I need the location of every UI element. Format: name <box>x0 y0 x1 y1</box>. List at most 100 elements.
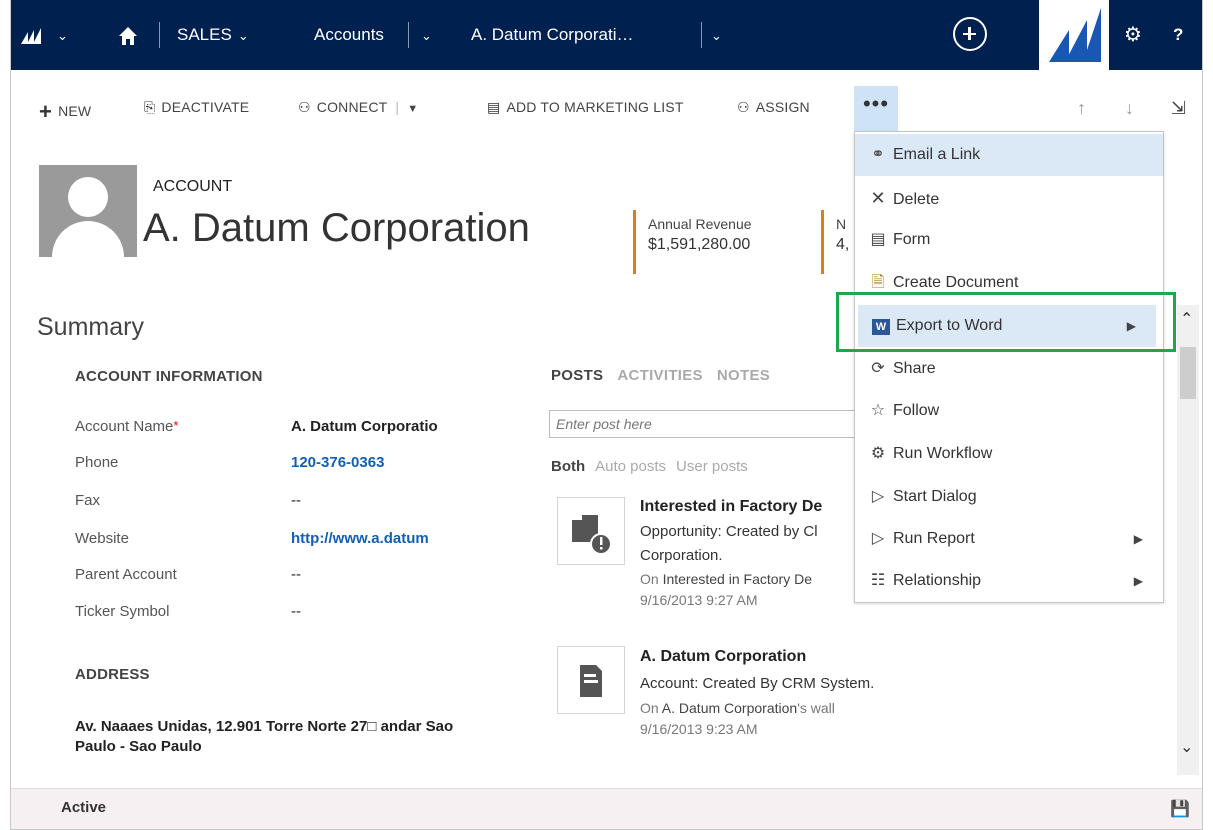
filter-both[interactable]: Both <box>551 458 585 475</box>
entity-type-label: ACCOUNT <box>153 178 233 195</box>
crm-window: ⌄ SALES ⌄ Accounts ⌄ A. Datum Corporati… … <box>10 0 1203 830</box>
deactivate-label: DEACTIVATE <box>161 99 250 115</box>
annual-revenue-field[interactable]: Annual Revenue $1,591,280.00 <box>633 210 752 274</box>
account-avatar[interactable] <box>39 165 137 257</box>
chevron-down-icon[interactable]: ⌄ <box>1180 737 1193 757</box>
menu-item-relationship[interactable]: ☷ Relationship ▶ <box>855 560 1163 602</box>
record-title: A. Datum Corporation <box>143 206 530 250</box>
parent-account-value[interactable]: -- <box>291 566 301 583</box>
connect-button[interactable]: ⚇ CONNECT | ▼ <box>298 99 418 116</box>
post-title[interactable]: Interested in Factory De <box>640 498 822 516</box>
post-meta: On A. Datum Corporation's wall <box>640 700 835 716</box>
new-label: NEW <box>58 103 92 119</box>
social-pane-tabs: POSTS ACTIVITIES NOTES <box>551 367 784 384</box>
post-meta-prefix: On <box>640 571 663 587</box>
assign-button[interactable]: ⚇ ASSIGN <box>737 99 810 116</box>
website-label: Website <box>75 530 129 547</box>
deactivate-button[interactable]: ⎘ DEACTIVATE <box>144 99 249 116</box>
help-button[interactable]: ? <box>1173 0 1183 70</box>
post-text: Corporation. <box>640 547 723 564</box>
filter-auto-posts[interactable]: Auto posts <box>595 458 666 475</box>
post-text: Opportunity: Created by Cl <box>640 523 818 540</box>
accounts-dropdown[interactable]: ⌄ <box>415 0 432 70</box>
tab-activities[interactable]: ACTIVITIES <box>617 367 703 384</box>
more-commands-label: ••• <box>862 91 890 116</box>
previous-record-arrow-icon[interactable]: ↑ <box>1077 98 1086 119</box>
chevron-down-icon[interactable]: ▼ <box>407 103 418 115</box>
more-commands-button[interactable]: ••• <box>854 86 898 133</box>
tab-posts[interactable]: POSTS <box>551 367 603 384</box>
header-field-2-value: 4, <box>836 236 850 253</box>
phone-label: Phone <box>75 454 119 471</box>
post-meta-link[interactable]: A. Datum Corporation <box>662 700 797 716</box>
ticker-symbol-value[interactable]: -- <box>291 603 301 620</box>
address-value[interactable]: Av. Naaaes Unidas, 12.901 Torre Norte 27… <box>75 717 455 757</box>
form-scrollbar[interactable]: ⌃ ⌄ <box>1177 305 1199 775</box>
menu-item-label: Follow <box>893 402 940 419</box>
assign-icon: ⚇ <box>737 99 750 115</box>
annual-revenue-value: $1,591,280.00 <box>648 236 751 253</box>
save-icon[interactable]: 💾 <box>1170 799 1190 819</box>
menu-item-run-workflow[interactable]: ⚙ Run Workflow <box>855 433 1163 475</box>
home-button[interactable] <box>118 0 138 70</box>
create-new-icon[interactable] <box>953 17 987 51</box>
account-name-value[interactable]: A. Datum Corporatio <box>291 418 438 435</box>
dynamics-logo-icon <box>21 27 41 44</box>
settings-button[interactable]: ⚙ <box>1124 0 1142 70</box>
connect-label: CONNECT <box>316 99 388 115</box>
chevron-up-icon[interactable]: ⌃ <box>1180 309 1193 329</box>
tab-notes[interactable]: NOTES <box>717 367 770 384</box>
nav-divider <box>159 22 160 48</box>
add-to-marketing-list-button[interactable]: ▤ ADD TO MARKETING LIST <box>487 99 684 116</box>
menu-item-email-a-link[interactable]: ⚭ Email a Link <box>855 134 1163 176</box>
link-icon: ⚭ <box>871 146 885 163</box>
filter-user-posts[interactable]: User posts <box>676 458 748 475</box>
top-navigation-bar: ⌄ SALES ⌄ Accounts ⌄ A. Datum Corporati… … <box>11 0 1202 70</box>
menu-item-label: Start Dialog <box>893 488 977 505</box>
menu-item-share[interactable]: ⟳ Share <box>855 348 1163 390</box>
menu-item-delete[interactable]: ✕ Delete <box>855 177 1163 219</box>
relationship-icon: ☷ <box>870 572 886 589</box>
post-title[interactable]: A. Datum Corporation <box>640 648 806 666</box>
dynamics-logo-menu[interactable]: ⌄ <box>21 0 68 70</box>
menu-item-follow[interactable]: ☆ Follow <box>855 390 1163 432</box>
menu-item-label: Create Document <box>893 274 1019 291</box>
record-dropdown[interactable]: ⌄ <box>705 0 722 70</box>
more-commands-menu: ⚭ Email a Link ✕ Delete ▤ Form 🗎 Create Docu… <box>854 131 1164 603</box>
submenu-arrow-icon: ▶ <box>1133 574 1143 588</box>
phone-value[interactable]: 120-376-0363 <box>291 454 384 471</box>
menu-item-start-dialog[interactable]: ▷ Start Dialog <box>855 476 1163 518</box>
next-record-arrow-icon[interactable]: ↓ <box>1125 98 1134 119</box>
header-field-2-label: N <box>836 216 847 232</box>
post-input[interactable]: Enter post here <box>549 410 869 438</box>
fax-label: Fax <box>75 492 101 509</box>
scrollbar-thumb[interactable] <box>1180 347 1196 399</box>
address-heading: ADDRESS <box>75 666 150 683</box>
menu-item-label: Share <box>893 360 936 377</box>
add-to-marketing-list-label: ADD TO MARKETING LIST <box>506 99 684 115</box>
pop-out-icon[interactable]: ⇲ <box>1171 98 1186 119</box>
post-meta-prefix: On <box>640 700 662 716</box>
chevron-down-icon: ⌄ <box>57 28 68 43</box>
star-icon: ☆ <box>870 402 886 419</box>
post-meta-link[interactable]: Interested in Factory De <box>663 571 812 587</box>
new-button[interactable]: + NEW <box>39 99 91 125</box>
website-value[interactable]: http://www.a.datum <box>291 530 429 547</box>
record-status: Active <box>61 799 107 816</box>
menu-item-form[interactable]: ▤ Form <box>855 219 1163 261</box>
menu-item-run-report[interactable]: ▷ Run Report ▶ <box>855 518 1163 560</box>
opportunity-alert-icon <box>572 515 612 555</box>
menu-item-label: Email a Link <box>893 146 981 163</box>
submenu-arrow-icon: ▶ <box>1133 532 1143 546</box>
menu-item-label: Run Workflow <box>893 445 993 462</box>
fax-value[interactable]: -- <box>291 492 301 509</box>
accounts-nav-link[interactable]: Accounts <box>314 0 384 70</box>
header-field-2[interactable]: N 4, <box>821 210 849 274</box>
ticker-symbol-label: Ticker Symbol <box>75 603 170 620</box>
sales-area-menu[interactable]: SALES ⌄ <box>177 0 249 70</box>
account-name-label-text: Account Name <box>75 418 174 435</box>
deactivate-icon: ⎘ <box>144 99 156 115</box>
chevron-down-icon: ⌄ <box>711 28 722 43</box>
current-record-link[interactable]: A. Datum Corporati… <box>471 0 634 70</box>
workflow-icon: ⚙ <box>870 445 886 462</box>
